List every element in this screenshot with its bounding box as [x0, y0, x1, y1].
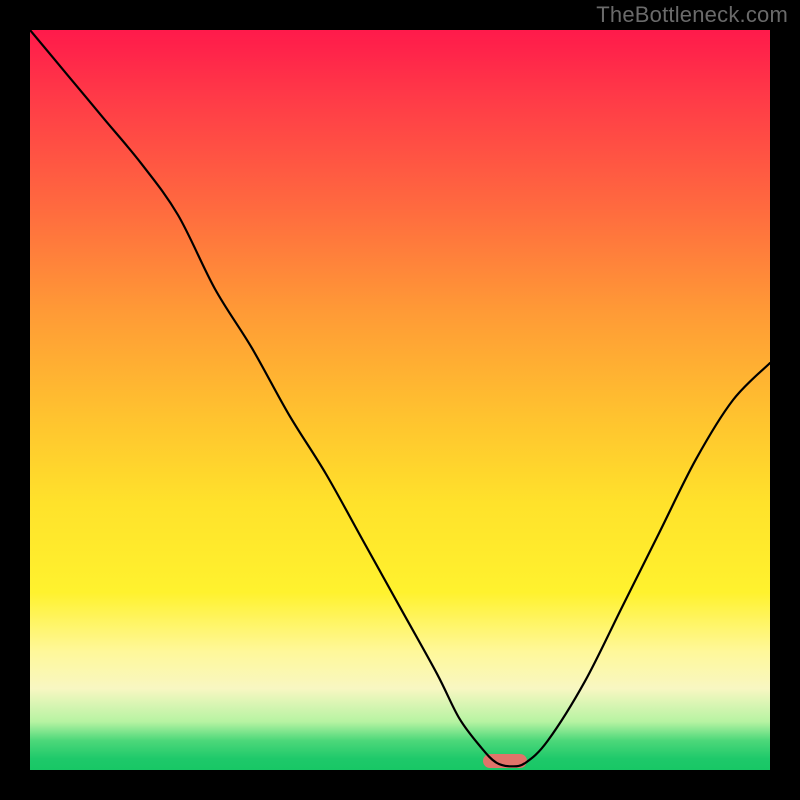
bottleneck-curve — [30, 30, 770, 770]
watermark-text: TheBottleneck.com — [596, 2, 788, 28]
chart-frame: TheBottleneck.com — [0, 0, 800, 800]
plot-area — [30, 30, 770, 770]
